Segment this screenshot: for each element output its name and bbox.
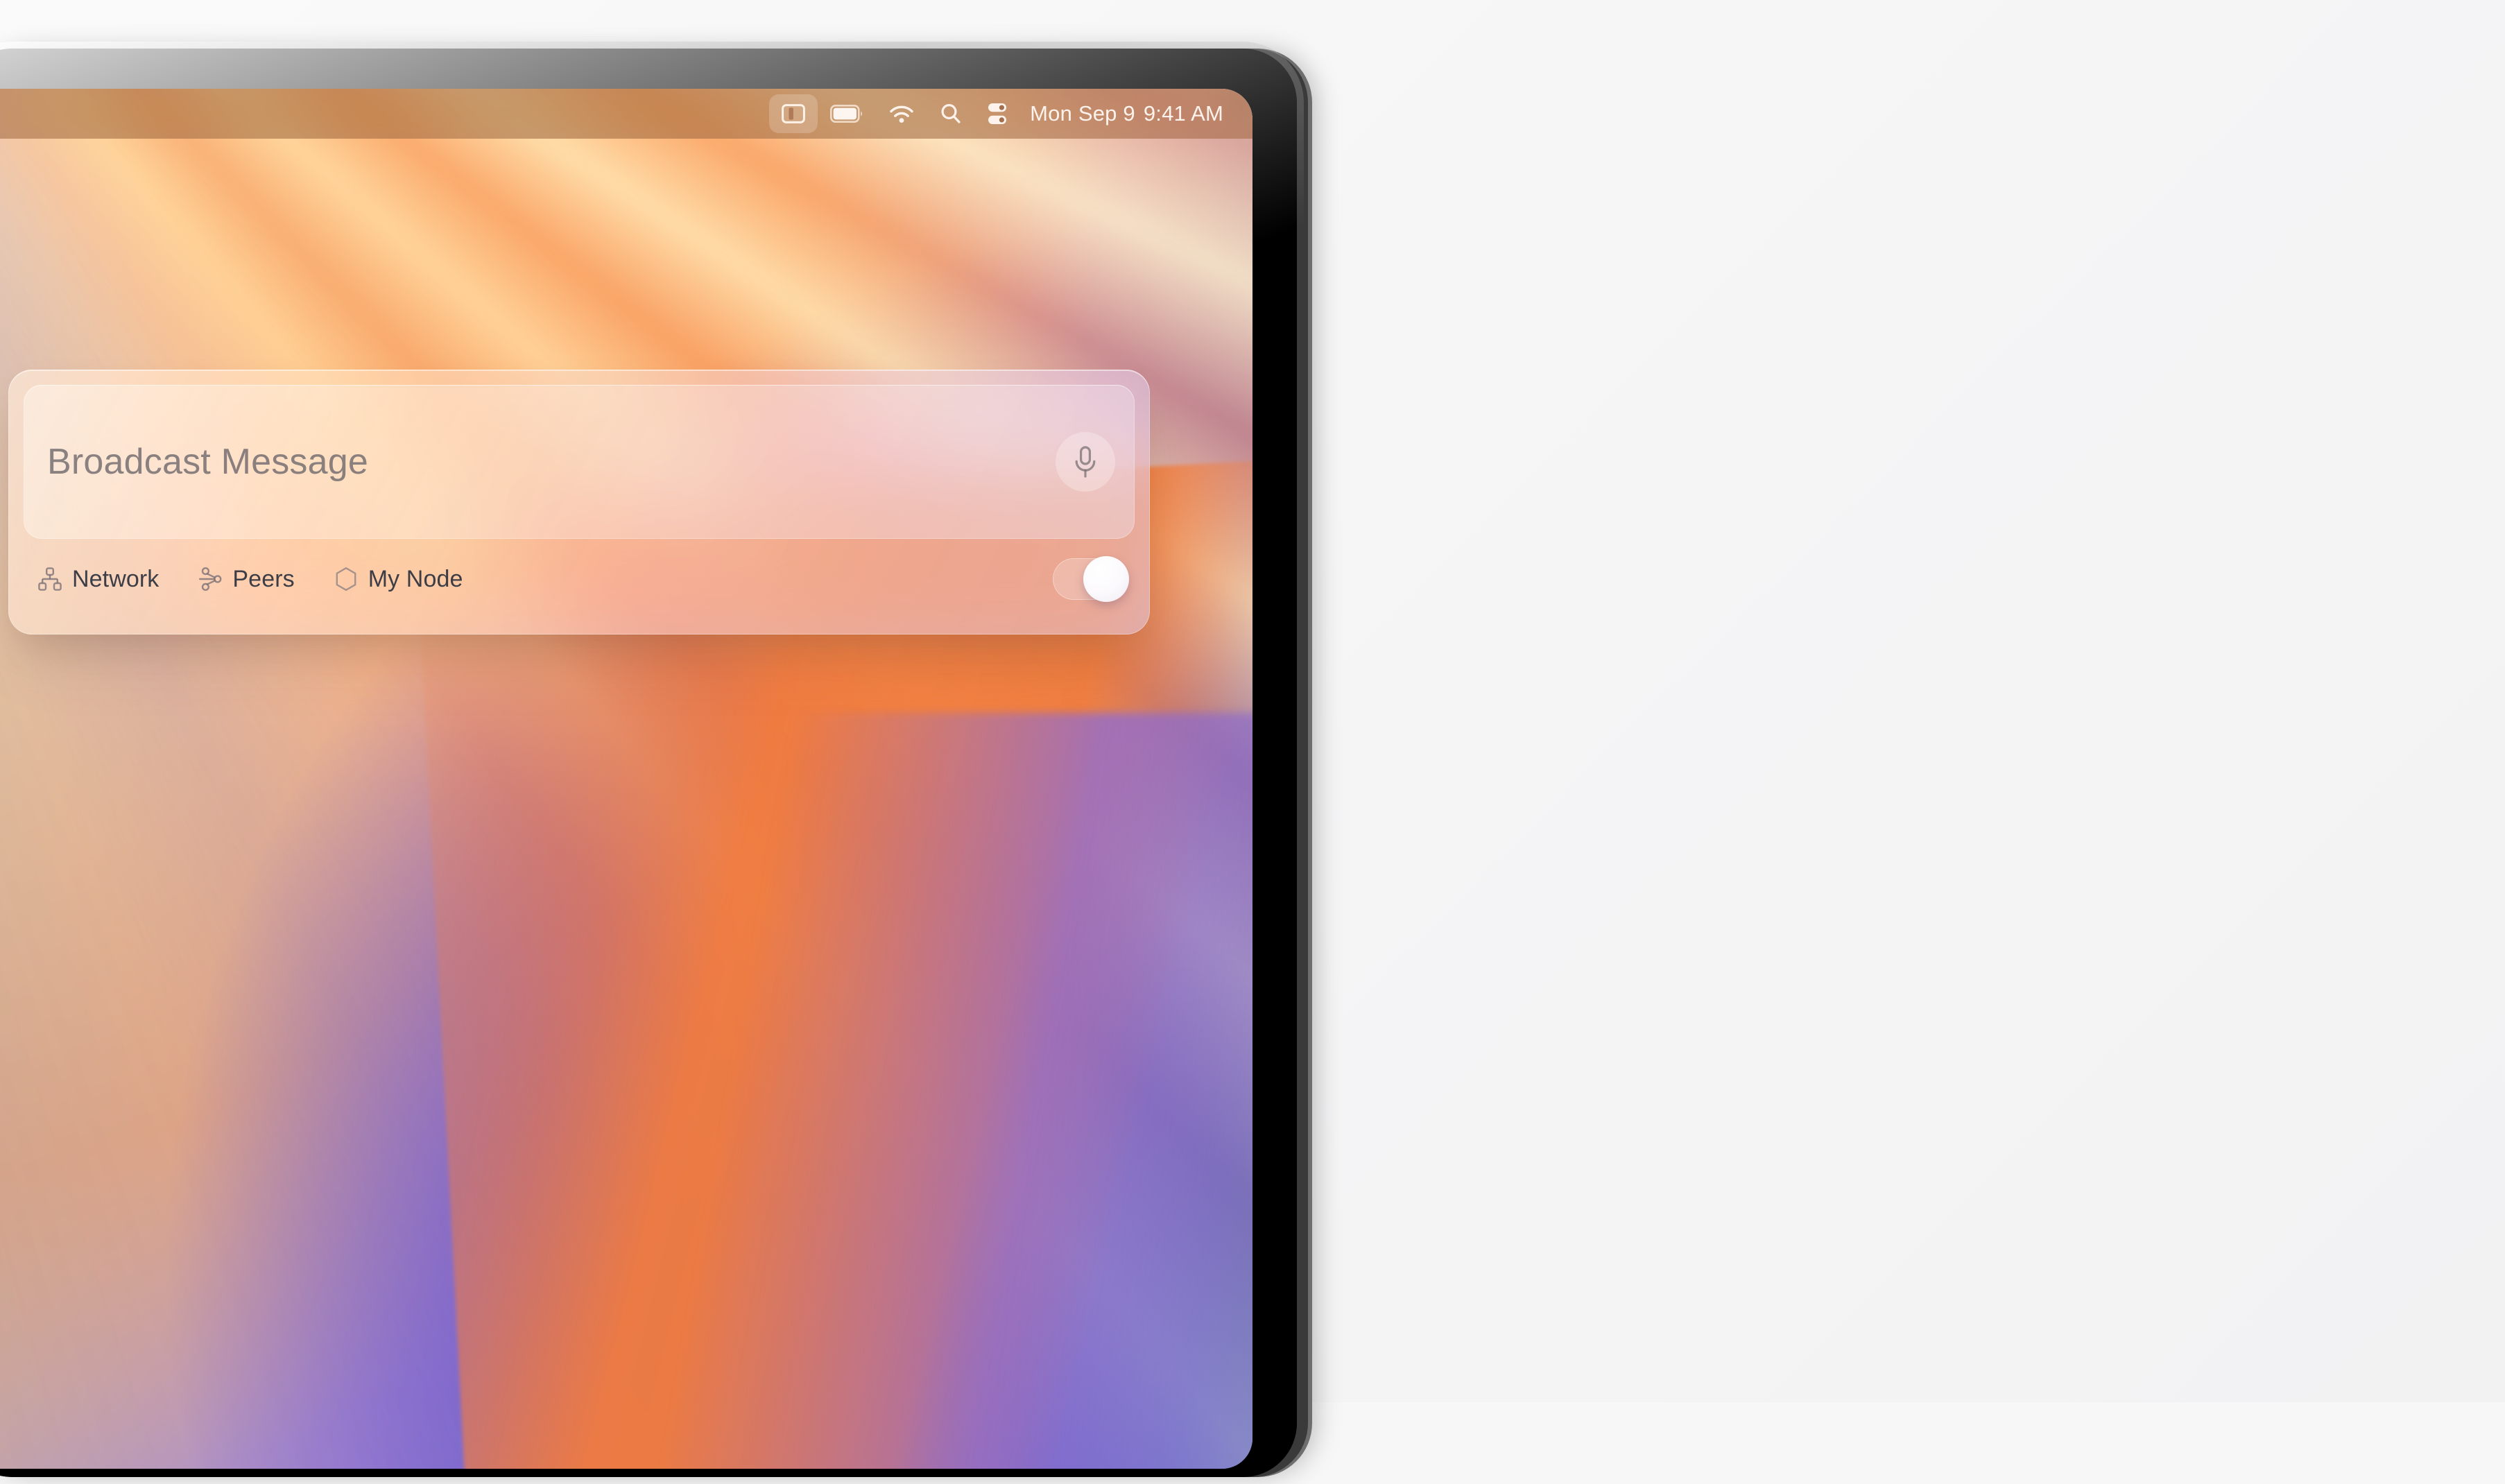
battery-status[interactable]: [818, 94, 876, 133]
broadcast-enabled-toggle[interactable]: [1053, 558, 1125, 600]
chip-my-node-label: My Node: [368, 566, 463, 593]
menu-bar-clock[interactable]: Mon Sep 9 9:41 AM: [1020, 101, 1229, 126]
clock-date: Mon Sep 9: [1030, 101, 1135, 126]
wallpaper-purple-wedge: [583, 713, 1252, 1469]
device-screen: Mon Sep 9 9:41 AM Broadcast Message: [0, 89, 1252, 1469]
battery-icon: [830, 105, 863, 123]
broadcast-message-panel: Broadcast Message: [8, 370, 1150, 635]
clock-time: 9:41 AM: [1144, 101, 1223, 126]
stage-manager-toggle[interactable]: [769, 94, 818, 133]
chip-peers[interactable]: Peers: [195, 562, 297, 597]
panel-chip-row: Network Peers: [24, 539, 1135, 619]
microphone-icon: [1071, 444, 1099, 480]
spotlight-search[interactable]: [927, 94, 974, 133]
search-icon: [940, 103, 962, 125]
wifi-icon: [888, 103, 915, 124]
chip-network[interactable]: Network: [35, 562, 162, 597]
broadcast-message-placeholder: Broadcast Message: [47, 441, 1111, 483]
desktop-wallpaper: [0, 89, 1252, 1469]
laptop-device: Mon Sep 9 9:41 AM Broadcast Message: [0, 49, 1297, 1477]
chip-my-node[interactable]: My Node: [331, 562, 466, 597]
menu-bar: Mon Sep 9 9:41 AM: [0, 89, 1252, 139]
sidebar-icon: [782, 104, 805, 123]
toggle-knob: [1083, 556, 1129, 602]
microphone-button[interactable]: [1056, 432, 1115, 492]
page-backdrop: Mon Sep 9 9:41 AM Broadcast Message: [0, 0, 2505, 1402]
chip-peers-label: Peers: [232, 566, 294, 593]
control-center-icon: [987, 102, 1008, 126]
broadcast-message-field[interactable]: Broadcast Message: [24, 385, 1135, 539]
wifi-status[interactable]: [876, 94, 927, 133]
hexagon-node-icon: [334, 566, 359, 592]
chip-network-label: Network: [72, 566, 159, 593]
control-center[interactable]: [974, 94, 1020, 133]
network-hierarchy-icon: [37, 567, 62, 592]
peers-share-icon: [198, 567, 223, 592]
